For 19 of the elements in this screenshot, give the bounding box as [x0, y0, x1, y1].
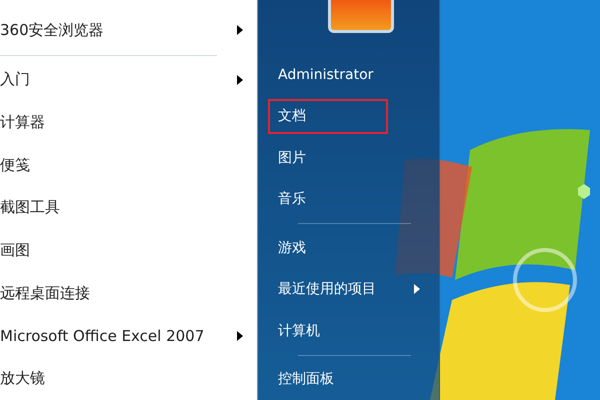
menu-item[interactable]: 计算机	[268, 313, 388, 349]
program-item[interactable]: Microsoft Office Excel 2007	[0, 314, 257, 358]
menu-item[interactable]: 最近使用的项目	[268, 272, 432, 308]
menu-item[interactable]: 文档	[268, 98, 388, 134]
program-item[interactable]: 360安全浏览器	[0, 9, 257, 52]
program-item[interactable]: 画图	[0, 229, 257, 272]
program-item[interactable]: 远程桌面连接	[0, 272, 257, 315]
hexagon-icon	[578, 184, 590, 199]
program-item[interactable]: 放大镜	[0, 357, 257, 400]
menu-item[interactable]: 图片	[268, 140, 388, 176]
menu-item[interactable]: Administrator	[268, 57, 388, 93]
program-item[interactable]: 计算器	[0, 101, 257, 144]
program-item[interactable]: 便笺	[0, 144, 257, 187]
menu-item[interactable]: 音乐	[268, 182, 388, 218]
program-item[interactable]: 截图工具	[0, 186, 257, 230]
menu-item[interactable]: 控制面板	[268, 362, 388, 397]
photo-placeholder[interactable]	[328, 0, 394, 33]
menu-item[interactable]: 游戏	[268, 230, 388, 266]
program-item[interactable]: 入门	[0, 58, 257, 102]
